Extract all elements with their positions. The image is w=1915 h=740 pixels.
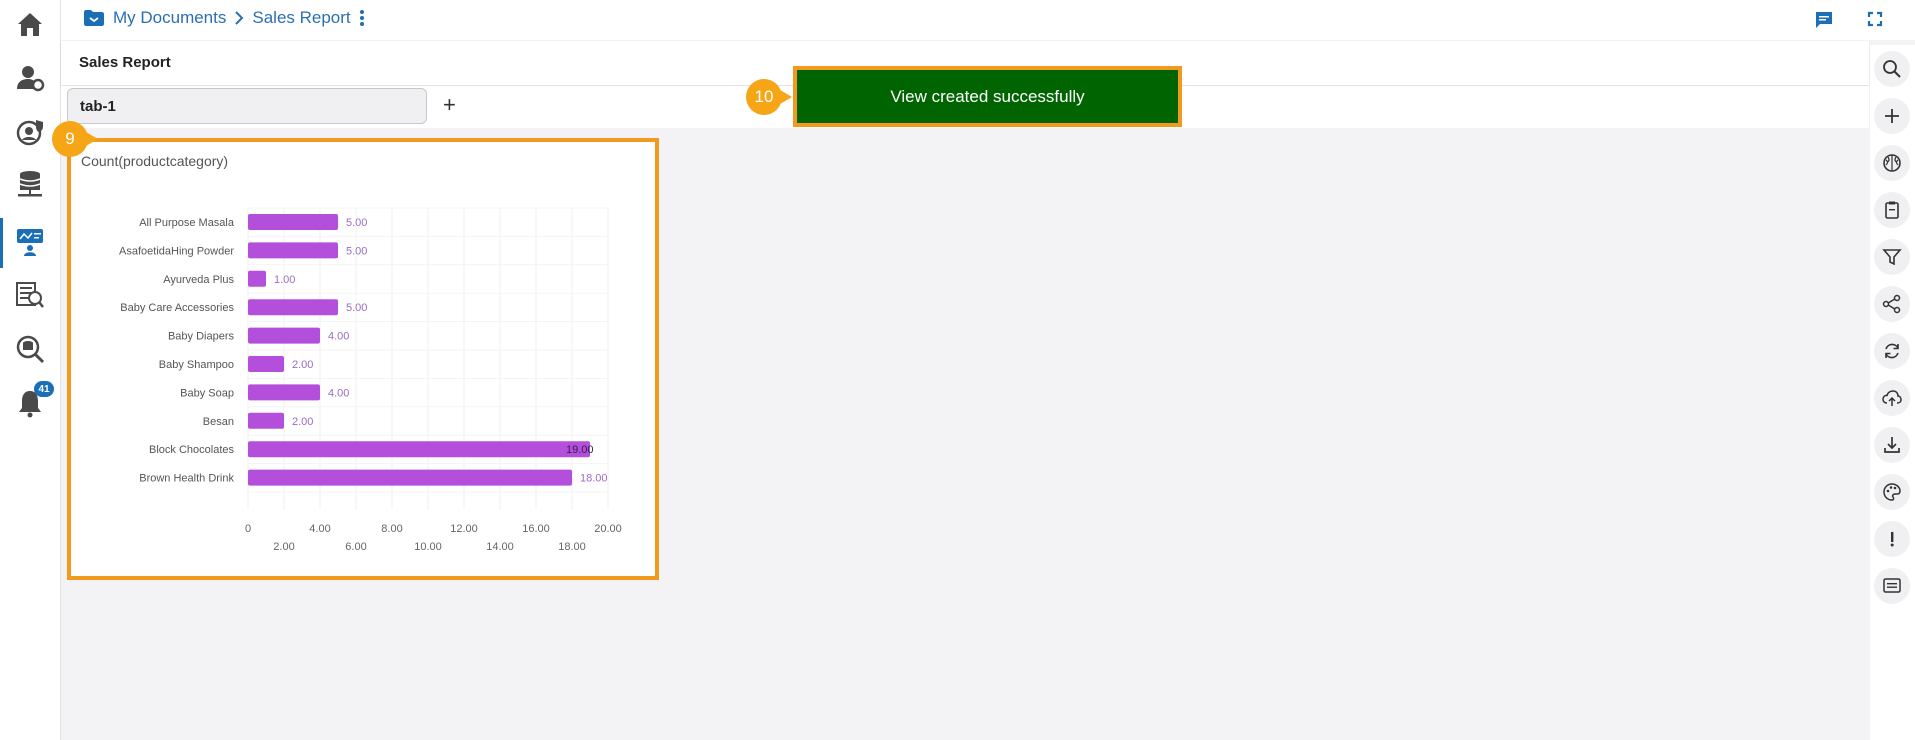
category-label: AsafoetidaHing Powder (119, 245, 234, 257)
bar (248, 469, 572, 486)
bar (248, 384, 320, 401)
bar (248, 299, 338, 316)
x-tick-label: 10.00 (414, 541, 442, 553)
bar (248, 412, 284, 429)
download-icon[interactable] (1874, 427, 1910, 463)
left-nav-rail: 41 (0, 0, 61, 740)
right-toolbar (1870, 45, 1915, 740)
brain-icon[interactable] (1874, 145, 1910, 181)
active-nav-indicator (0, 218, 3, 268)
data-label: 4.00 (328, 331, 349, 343)
step-marker-9: 9 (52, 121, 98, 157)
x-tick-label: 16.00 (522, 523, 550, 535)
data-label: 5.00 (346, 302, 367, 314)
bar (248, 242, 338, 259)
category-label: Block Chocolates (149, 444, 234, 456)
data-label: 2.00 (292, 359, 313, 371)
palette-icon[interactable] (1874, 474, 1910, 510)
data-label: 5.00 (346, 217, 367, 229)
category-label: Baby Diapers (168, 331, 235, 343)
x-tick-label: 6.00 (345, 541, 366, 553)
x-tick-label: 18.00 (558, 541, 586, 553)
category-label: All Purpose Masala (139, 217, 235, 229)
tab-1[interactable]: tab-1 (67, 88, 427, 124)
info-icon[interactable] (1874, 521, 1910, 557)
bar (248, 270, 266, 287)
x-tick-label: 12.00 (450, 523, 478, 535)
success-toast: View created successfully (793, 66, 1182, 127)
chart-widget[interactable]: Count(productcategory) All Purpose Masal… (67, 138, 659, 580)
filter-icon[interactable] (1874, 239, 1910, 275)
x-tick-label: 2.00 (273, 541, 294, 553)
bar-chart: All Purpose Masala 5.00 AsafoetidaHing Pow… (119, 207, 622, 553)
comment-toggle-icon[interactable] (1814, 11, 1834, 29)
database-icon[interactable] (10, 164, 50, 204)
folder-icon (84, 10, 104, 26)
data-label: 4.00 (328, 387, 349, 399)
breadcrumb-current: Sales Report (252, 8, 351, 27)
bar (248, 441, 590, 458)
top-bar: My Documents Sales Report (61, 0, 1915, 40)
breadcrumb-root[interactable]: My Documents (113, 8, 226, 28)
comment-icon[interactable] (1874, 568, 1910, 604)
bar (248, 327, 320, 344)
data-label: 2.00 (292, 416, 313, 428)
category-label: Baby Care Accessories (120, 302, 234, 314)
x-tick-label: 8.00 (381, 523, 402, 535)
data-label: 5.00 (346, 245, 367, 257)
x-tick-label: 4.00 (309, 523, 330, 535)
step-marker-10: 10 (746, 79, 792, 115)
add-icon[interactable] (1874, 98, 1910, 134)
shield-user-icon[interactable] (10, 112, 50, 152)
page-title: Sales Report (79, 54, 171, 71)
bar (248, 214, 338, 230)
home-icon[interactable] (10, 4, 50, 44)
breadcrumb: My Documents Sales Report (83, 8, 365, 28)
fullscreen-icon[interactable] (1867, 11, 1883, 27)
clipboard-icon[interactable] (1874, 192, 1910, 228)
more-vertical-icon[interactable] (359, 9, 365, 27)
chevron-right-icon (235, 11, 244, 25)
data-label: 18.00 (580, 473, 608, 485)
category-label: Baby Shampoo (159, 359, 234, 371)
x-tick-label: 14.00 (486, 541, 514, 553)
user-settings-icon[interactable] (10, 58, 50, 98)
category-label: Brown Health Drink (139, 473, 234, 485)
bar (248, 356, 284, 372)
toast-message: View created successfully (890, 86, 1085, 106)
add-tab-button[interactable]: + (443, 92, 456, 118)
data-label: 19.00 (566, 444, 594, 456)
notification-count-badge: 41 (34, 381, 54, 397)
x-tick-label: 20.00 (594, 523, 622, 535)
data-catalog-icon[interactable] (10, 275, 50, 315)
category-label: Baby Soap (180, 387, 234, 399)
search-icon[interactable] (1874, 51, 1910, 87)
cloud-upload-icon[interactable] (1874, 380, 1910, 416)
share-icon[interactable] (1874, 286, 1910, 322)
category-label: Ayurveda Plus (163, 274, 234, 286)
data-label: 1.00 (274, 274, 295, 286)
category-label: Besan (203, 416, 234, 428)
x-tick-label: 0 (245, 523, 251, 535)
dashboard-designer-icon[interactable] (10, 222, 50, 262)
data-search-icon[interactable] (10, 329, 50, 369)
refresh-icon[interactable] (1874, 333, 1910, 369)
tab-label: tab-1 (80, 98, 116, 115)
